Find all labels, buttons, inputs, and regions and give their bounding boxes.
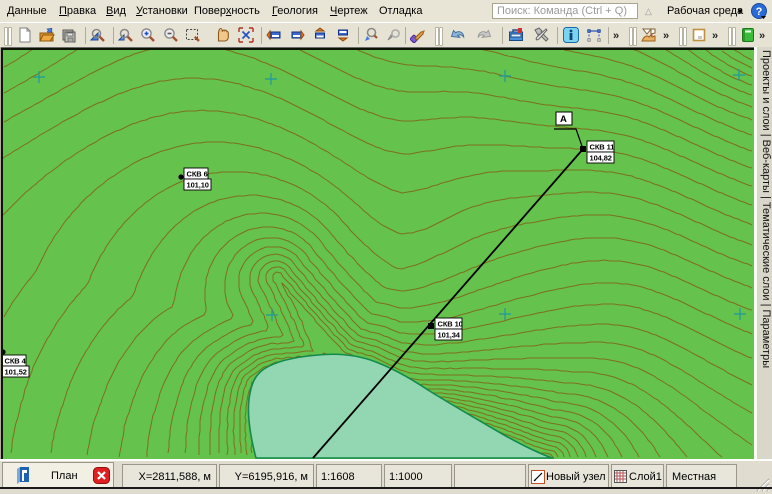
svg-text:СКВ 6: СКВ 6 (187, 169, 208, 178)
svg-text:101,34: 101,34 (438, 330, 461, 339)
svg-text:СКВ 4: СКВ 4 (5, 356, 27, 365)
svg-text:СКВ 11: СКВ 11 (590, 142, 615, 151)
svg-text:101,10: 101,10 (187, 180, 209, 189)
svg-text:101,52: 101,52 (5, 367, 27, 376)
svg-text:104,82: 104,82 (590, 153, 612, 162)
svg-text:А: А (560, 114, 567, 125)
svg-text:СКВ 10: СКВ 10 (438, 319, 463, 328)
